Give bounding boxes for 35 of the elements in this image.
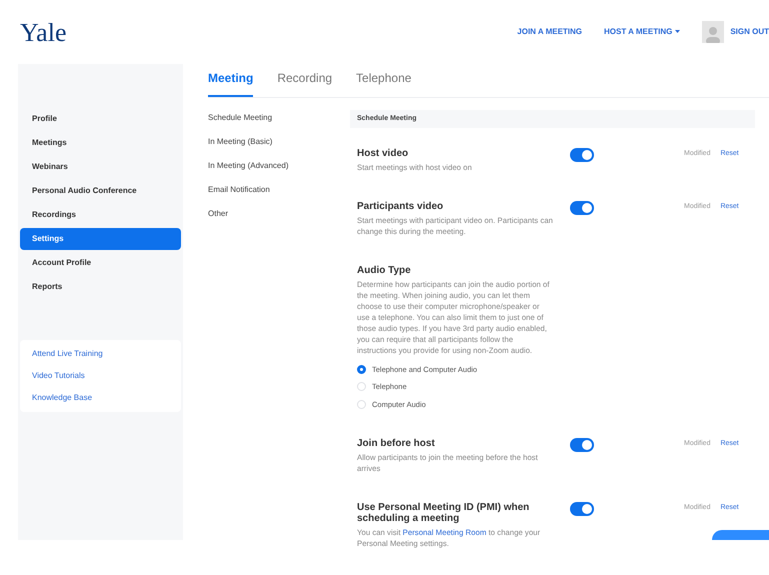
- setting-title: Host video: [357, 148, 410, 159]
- subnav-link[interactable]: Email Notification: [208, 184, 350, 196]
- sidebar-item[interactable]: Personal Audio Conference: [20, 180, 181, 202]
- toggle-switch[interactable]: [570, 438, 594, 452]
- help-link[interactable]: Attend Live Training: [32, 348, 169, 360]
- toggle-switch[interactable]: [570, 502, 594, 516]
- sign-out-link[interactable]: SIGN OUT: [730, 26, 769, 38]
- sidebar-item[interactable]: Webinars: [20, 156, 181, 178]
- setting-title: Audio Type: [357, 265, 412, 276]
- subnav-link[interactable]: In Meeting (Basic): [208, 136, 350, 148]
- header-link[interactable]: JOIN A MEETING: [517, 26, 582, 38]
- setting-title: Use Personal Meeting ID (PMI) when scheduling a meeting: [357, 502, 530, 524]
- sidebar-item[interactable]: Reports: [20, 276, 181, 298]
- logo[interactable]: Yale: [20, 12, 66, 52]
- subnav-link[interactable]: Other: [208, 208, 350, 220]
- setting-title: Participants video: [357, 201, 444, 212]
- radio-icon[interactable]: [357, 365, 366, 374]
- sidebar-item[interactable]: Settings: [20, 228, 181, 250]
- avatar-icon: [702, 21, 724, 43]
- help-link[interactable]: Video Tutorials: [32, 370, 169, 382]
- toggle-switch[interactable]: [570, 201, 594, 215]
- sidebar-item[interactable]: Meetings: [20, 132, 181, 154]
- sidebar-item[interactable]: Profile: [20, 108, 181, 130]
- sidebar-item[interactable]: Account Profile: [20, 252, 181, 274]
- help-link[interactable]: Knowledge Base: [32, 392, 169, 404]
- sidebar-item[interactable]: Recordings: [20, 204, 181, 226]
- tab[interactable]: Telephone: [356, 69, 412, 97]
- help-button[interactable]: [712, 530, 769, 540]
- subnav-link[interactable]: Schedule Meeting: [208, 112, 350, 124]
- tab[interactable]: Recording: [277, 69, 332, 97]
- subnav-link[interactable]: In Meeting (Advanced): [208, 160, 350, 172]
- toggle-switch[interactable]: [570, 148, 594, 162]
- tab[interactable]: Meeting: [208, 69, 254, 97]
- header-link[interactable]: HOST A MEETING: [604, 26, 680, 38]
- setting-title: Join before host: [357, 438, 436, 449]
